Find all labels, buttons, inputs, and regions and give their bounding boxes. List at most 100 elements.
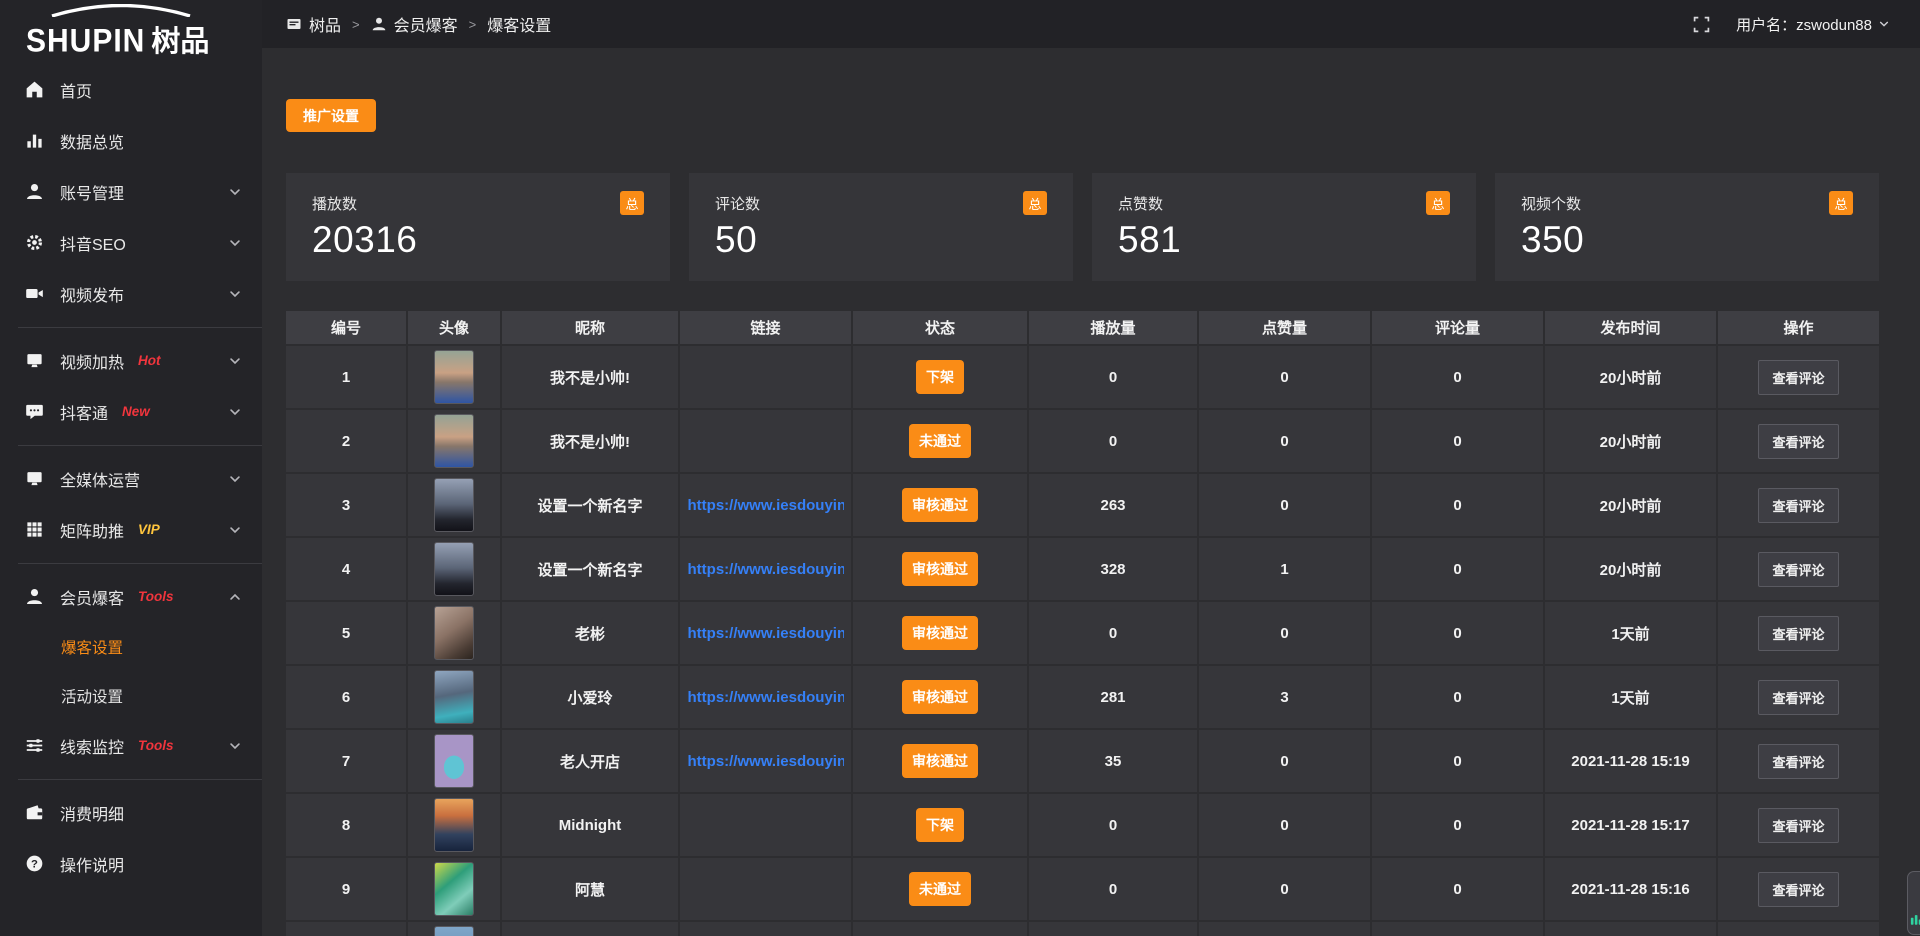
sidebar-subitem-label: 爆客设置	[61, 636, 123, 658]
logo: SHUPIN 树品	[0, 0, 262, 64]
view-comments-button[interactable]: 查看评论	[1758, 616, 1838, 651]
floating-contact-widget[interactable]	[1907, 871, 1920, 935]
total-badge: 总	[1829, 191, 1853, 215]
user-icon	[371, 16, 387, 32]
cell-nickname: 阿慧	[502, 858, 678, 920]
cell-id: 2	[286, 410, 406, 472]
cell-time: 2021-11-28 15:19	[1545, 730, 1716, 792]
view-comments-button[interactable]: 查看评论	[1758, 424, 1838, 459]
breadcrumb-item-member-baoke[interactable]: 会员爆客	[371, 12, 458, 36]
video-link[interactable]: https://www.iesdouyin.c	[688, 497, 844, 514]
sidebar-item-home[interactable]: 首页	[0, 64, 262, 115]
cell-plays: 281	[1029, 666, 1197, 728]
sidebar-item-label: 抖音SEO	[60, 231, 126, 255]
chevron-up-icon	[228, 590, 242, 604]
stat-value: 581	[1118, 219, 1450, 261]
avatar	[434, 734, 474, 788]
user-menu[interactable]: 用户名：zswodun88	[1736, 14, 1890, 35]
sidebar-item-omni-media[interactable]: 全媒体运营	[0, 453, 262, 504]
cell-status: 未通过	[853, 410, 1027, 472]
stat-card-plays: 播放数 20316 总	[286, 173, 670, 281]
sidebar-item-video-publish[interactable]: 视频发布	[0, 268, 262, 319]
cell-link	[680, 794, 851, 856]
chevron-down-icon	[228, 354, 242, 368]
topbar-right: 用户名：zswodun88	[1693, 14, 1890, 35]
cell-comments: 0	[1372, 730, 1543, 792]
cell-id: 8	[286, 794, 406, 856]
sidebar-item-label: 视频发布	[60, 282, 124, 306]
cell-comments: 0	[1372, 538, 1543, 600]
video-link[interactable]: https://www.iesdouyin.c	[688, 625, 844, 642]
sidebar-item-clue-monitor[interactable]: 线索监控Tools	[0, 720, 262, 771]
avatar	[434, 542, 474, 596]
sidebar-item-video-heat[interactable]: 视频加热Hot	[0, 335, 262, 386]
view-comments-button[interactable]: 查看评论	[1758, 680, 1838, 715]
sidebar-item-account-manage[interactable]: 账号管理	[0, 166, 262, 217]
topbar: 树品>会员爆客>爆客设置 用户名：zswodun88	[262, 0, 1920, 48]
sidebar-item-member-baoke[interactable]: 会员爆客Tools	[0, 571, 262, 622]
view-comments-button[interactable]: 查看评论	[1758, 744, 1838, 779]
column-header: 头像	[408, 311, 500, 344]
sidebar-item-label: 数据总览	[60, 129, 124, 153]
cell-id: 7	[286, 730, 406, 792]
sidebar-subitem-activity-settings[interactable]: 活动设置	[0, 671, 262, 720]
chevron-down-icon	[228, 236, 242, 250]
fullscreen-icon[interactable]	[1693, 16, 1710, 33]
sidebar-subitem-baoke-settings[interactable]: 爆客设置	[0, 622, 262, 671]
sidebar-item-label: 矩阵助推	[60, 518, 124, 542]
avatar	[434, 478, 474, 532]
sidebar-item-label: 消费明细	[60, 801, 124, 825]
sidebar-item-douketong[interactable]: 抖客通New	[0, 386, 262, 437]
view-comments-button[interactable]: 查看评论	[1758, 488, 1838, 523]
cell-plays: 0	[1029, 858, 1197, 920]
promo-settings-button[interactable]: 推广设置	[286, 99, 376, 132]
sidebar-item-operation-guide[interactable]: ?操作说明	[0, 838, 262, 889]
cell-likes: 0	[1199, 858, 1370, 920]
video-link[interactable]: https://www.iesdouyin.c	[688, 689, 844, 706]
sidebar-item-data-overview[interactable]: 数据总览	[0, 115, 262, 166]
cell-action: 查看评论	[1718, 730, 1879, 792]
cell-plays	[1029, 922, 1197, 936]
stat-label: 评论数	[715, 193, 1047, 214]
cell-avatar	[408, 666, 500, 728]
sidebar-item-label: 账号管理	[60, 180, 124, 204]
cell-comments: 0	[1372, 666, 1543, 728]
cell-avatar	[408, 602, 500, 664]
view-comments-button[interactable]: 查看评论	[1758, 872, 1838, 907]
avatar	[434, 414, 474, 468]
chevron-down-icon	[228, 287, 242, 301]
avatar	[434, 670, 474, 724]
sidebar-divider	[18, 563, 262, 564]
sidebar: SHUPIN 树品 首页数据总览账号管理抖音SEO 视频发布视频加热Hot抖客通N…	[0, 0, 262, 936]
user-icon	[25, 587, 44, 606]
video-link[interactable]: https://www.iesdouyin.c	[688, 561, 844, 578]
cell-status	[853, 922, 1027, 936]
app-window-icon	[286, 16, 302, 32]
chevron-down-icon	[228, 739, 242, 753]
video-link[interactable]: https://www.iesdouyin.c	[688, 753, 844, 770]
cell-action: 查看评论	[1718, 858, 1879, 920]
cell-avatar	[408, 922, 500, 936]
view-comments-button[interactable]: 查看评论	[1758, 360, 1838, 395]
sidebar-item-consume-detail[interactable]: 消费明细	[0, 787, 262, 838]
cell-status: 下架	[853, 346, 1027, 408]
breadcrumb-item-shupin[interactable]: 树品	[286, 12, 341, 36]
cell-avatar	[408, 538, 500, 600]
status-badge: 审核通过	[902, 552, 978, 586]
sidebar-item-matrix-boost[interactable]: 矩阵助推VIP	[0, 504, 262, 555]
view-comments-button[interactable]: 查看评论	[1758, 552, 1838, 587]
logo-text-cn: 树品	[151, 18, 209, 60]
cell-plays: 263	[1029, 474, 1197, 536]
cell-action: 查看评论	[1718, 602, 1879, 664]
avatar	[434, 606, 474, 660]
cell-likes: 0	[1199, 794, 1370, 856]
cell-likes: 0	[1199, 602, 1370, 664]
sidebar-item-douyin-seo[interactable]: 抖音SEO	[0, 217, 262, 268]
breadcrumb-item-baoke-settings[interactable]: 爆客设置	[487, 12, 551, 36]
cell-comments: 0	[1372, 474, 1543, 536]
status-badge: 下架	[916, 360, 964, 394]
cell-time: 20小时前	[1545, 346, 1716, 408]
column-header: 操作	[1718, 311, 1879, 344]
cell-action	[1718, 922, 1879, 936]
view-comments-button[interactable]: 查看评论	[1758, 808, 1838, 843]
